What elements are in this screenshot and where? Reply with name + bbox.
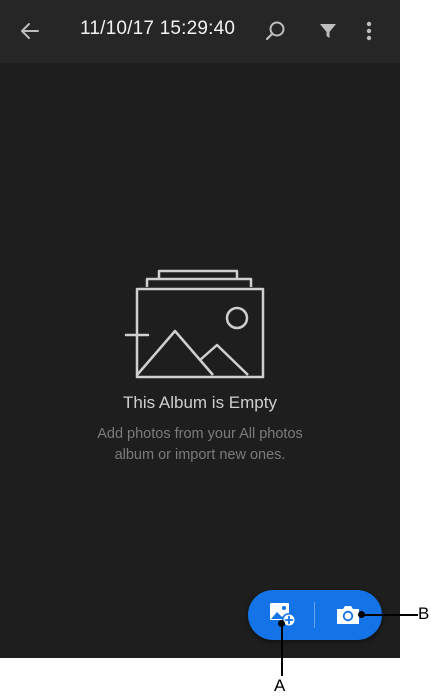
callout-label-a: A	[274, 676, 286, 695]
filter-icon	[320, 24, 336, 38]
search-icon	[265, 21, 285, 41]
empty-state-subtitle: Add photos from your All photos album or…	[70, 424, 330, 466]
callout-line-a	[281, 623, 283, 676]
empty-state-subtitle-line1: Add photos from your All photos	[97, 426, 303, 442]
back-button[interactable]	[12, 12, 48, 50]
more-vertical-icon	[366, 21, 372, 41]
callout-line-b	[361, 614, 418, 616]
callout-label-b: B	[418, 604, 430, 623]
album-screen: 11/10/17 15:29:40 This Album is Empty Ad…	[0, 0, 400, 658]
album-title: 11/10/17 15:29:40	[80, 18, 236, 39]
add-photos-button[interactable]	[263, 598, 303, 632]
callout-dot-a	[278, 620, 285, 627]
search-button[interactable]	[257, 12, 293, 50]
callout-dot-b	[358, 611, 365, 618]
empty-state-subtitle-line2: album or import new ones.	[114, 447, 286, 463]
empty-state-title: This Album is Empty	[123, 393, 277, 412]
more-options-button[interactable]	[351, 12, 387, 50]
top-app-bar: 11/10/17 15:29:40	[0, 0, 400, 63]
filter-button[interactable]	[310, 12, 346, 50]
back-arrow-icon	[21, 23, 39, 39]
empty-album-illustration	[124, 269, 265, 379]
fab-divider	[314, 602, 315, 628]
